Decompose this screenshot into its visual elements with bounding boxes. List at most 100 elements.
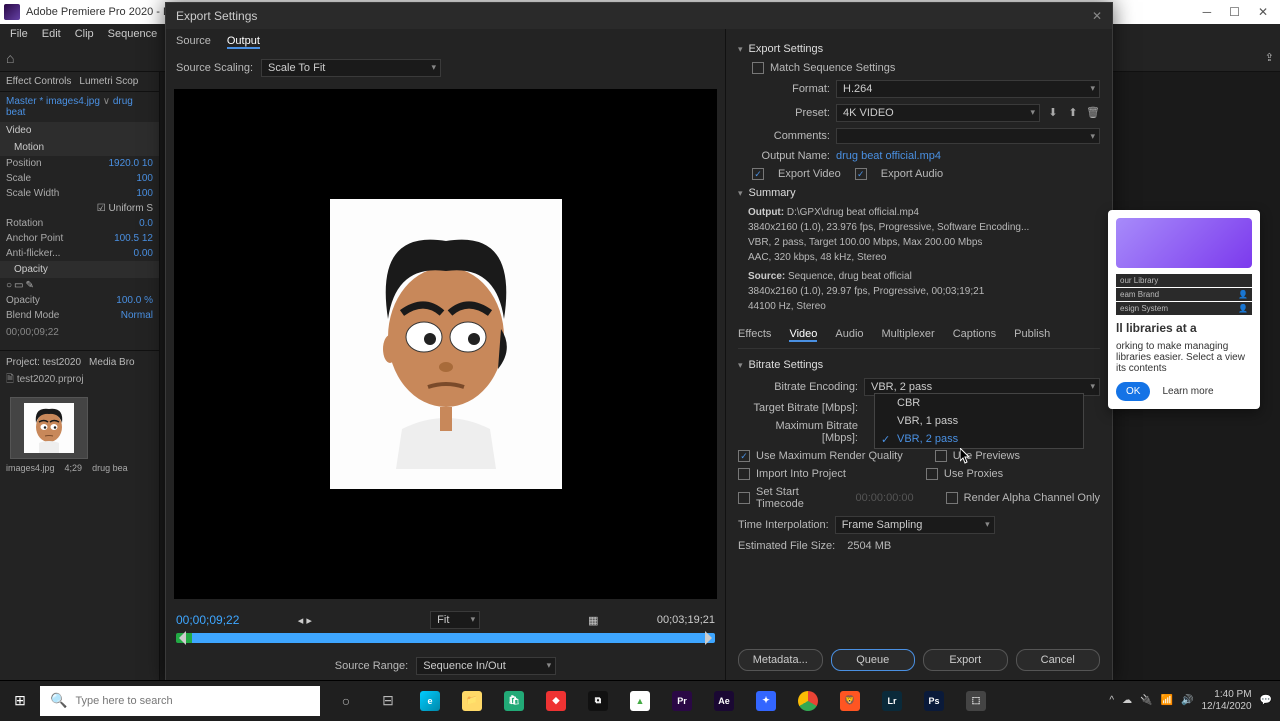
tray-up-icon[interactable]: ^ bbox=[1109, 695, 1114, 706]
timeline-scrubber[interactable] bbox=[176, 633, 715, 643]
bitrate-header[interactable]: Bitrate Settings bbox=[738, 355, 1100, 375]
tab-source[interactable]: Source bbox=[176, 35, 211, 49]
task-premiere[interactable]: Pr bbox=[662, 681, 702, 721]
home-icon[interactable]: ⌂ bbox=[6, 50, 14, 66]
delete-preset-icon[interactable]: 🗑 bbox=[1086, 106, 1100, 120]
import-preset-icon[interactable]: ⬆ bbox=[1066, 106, 1080, 120]
tray-clock[interactable]: 1:40 PM 12/14/2020 bbox=[1201, 689, 1251, 713]
task-app-red[interactable]: ◆ bbox=[536, 681, 576, 721]
save-preset-icon[interactable]: ⬇ bbox=[1046, 106, 1060, 120]
time-interp-select[interactable]: Frame Sampling bbox=[835, 516, 995, 534]
task-store[interactable]: 🛍 bbox=[494, 681, 534, 721]
queue-button[interactable]: Queue bbox=[831, 649, 916, 671]
libpop-learn-button[interactable]: Learn more bbox=[1156, 382, 1219, 401]
share-icon[interactable]: ⇪ bbox=[1265, 51, 1274, 64]
tray-notifications-icon[interactable]: 💬 bbox=[1260, 695, 1272, 706]
uniform-check[interactable]: ☑ Uniform S bbox=[97, 203, 153, 214]
use-proxies-checkbox[interactable] bbox=[926, 468, 938, 480]
comments-input[interactable] bbox=[836, 128, 1100, 144]
timecode-left[interactable]: 00;00;09;22 bbox=[176, 613, 239, 627]
preset-select[interactable]: 4K VIDEO bbox=[836, 104, 1040, 122]
lib-item[interactable]: eam Brand👤 bbox=[1116, 288, 1252, 301]
task-photoshop[interactable]: Ps bbox=[914, 681, 954, 721]
etab-effects[interactable]: Effects bbox=[738, 328, 771, 342]
task-drive[interactable]: ▲ bbox=[620, 681, 660, 721]
menu-clip[interactable]: Clip bbox=[69, 26, 100, 42]
media-browser-tab[interactable]: Media Bro bbox=[89, 357, 135, 368]
format-select[interactable]: H.264 bbox=[836, 80, 1100, 98]
tray-volume-icon[interactable]: 🔊 bbox=[1181, 695, 1193, 706]
bin-thumbnail[interactable] bbox=[10, 397, 88, 459]
task-dropbox[interactable]: ⧉ bbox=[578, 681, 618, 721]
mask-ellipse-icon[interactable]: ○ bbox=[6, 280, 12, 291]
dd-option-vbr2[interactable]: VBR, 2 pass bbox=[875, 430, 1083, 448]
tab-output[interactable]: Output bbox=[227, 35, 260, 49]
libpop-ok-button[interactable]: OK bbox=[1116, 382, 1150, 401]
lib-item[interactable]: our Library bbox=[1116, 274, 1252, 287]
menu-file[interactable]: File bbox=[4, 26, 34, 42]
opacity-value[interactable]: 100.0 % bbox=[116, 295, 153, 306]
mask-rect-icon[interactable]: ▭ bbox=[14, 280, 23, 291]
close-button[interactable]: ✕ bbox=[1258, 5, 1268, 19]
tab-lumetri[interactable]: Lumetri Scop bbox=[79, 76, 138, 87]
maximize-button[interactable]: ☐ bbox=[1229, 5, 1240, 19]
render-alpha-checkbox[interactable] bbox=[946, 492, 958, 504]
output-name-link[interactable]: drug beat official.mp4 bbox=[836, 150, 941, 162]
dd-option-cbr[interactable]: CBR bbox=[875, 394, 1083, 412]
export-audio-checkbox[interactable] bbox=[855, 168, 867, 180]
menu-sequence[interactable]: Sequence bbox=[102, 26, 164, 42]
task-taskview[interactable]: ⊟ bbox=[368, 681, 408, 721]
task-app-blue[interactable]: ✦ bbox=[746, 681, 786, 721]
task-explorer[interactable]: 📁 bbox=[452, 681, 492, 721]
cancel-button[interactable]: Cancel bbox=[1016, 649, 1101, 671]
etab-audio[interactable]: Audio bbox=[835, 328, 863, 342]
etab-publish[interactable]: Publish bbox=[1014, 328, 1050, 342]
antiflicker-value[interactable]: 0.00 bbox=[134, 248, 153, 259]
taskbar-search[interactable]: 🔍 Type here to search bbox=[40, 686, 320, 716]
source-range-select[interactable]: Sequence In/Out bbox=[416, 657, 556, 675]
menu-edit[interactable]: Edit bbox=[36, 26, 67, 42]
task-cortana[interactable]: ○ bbox=[326, 681, 366, 721]
minimize-button[interactable]: ─ bbox=[1203, 5, 1212, 19]
rotation-value[interactable]: 0.0 bbox=[139, 218, 153, 229]
play-icon[interactable]: ▸ bbox=[306, 615, 312, 627]
step-back-icon[interactable]: ◂ bbox=[298, 615, 304, 627]
tray-cloud-icon[interactable]: ☁ bbox=[1122, 695, 1132, 706]
aspect-icon[interactable]: ▦ bbox=[588, 614, 598, 627]
opacity-header[interactable]: Opacity bbox=[0, 261, 159, 278]
motion-header[interactable]: Motion bbox=[0, 139, 159, 156]
dd-option-vbr1[interactable]: VBR, 1 pass bbox=[875, 412, 1083, 430]
position-value[interactable]: 1920.0 10 bbox=[109, 158, 154, 169]
task-app-gray[interactable]: ⬚ bbox=[956, 681, 996, 721]
task-aftereffects[interactable]: Ae bbox=[704, 681, 744, 721]
export-settings-header[interactable]: Export Settings bbox=[738, 39, 1100, 59]
start-timecode-checkbox[interactable] bbox=[738, 492, 750, 504]
tray-power-icon[interactable]: 🔌 bbox=[1140, 695, 1152, 706]
import-project-checkbox[interactable] bbox=[738, 468, 750, 480]
zoom-fit-select[interactable]: Fit bbox=[430, 611, 480, 629]
metadata-button[interactable]: Metadata... bbox=[738, 649, 823, 671]
source-scaling-select[interactable]: Scale To Fit bbox=[261, 59, 441, 77]
start-button[interactable]: ⊞ bbox=[0, 692, 40, 709]
tray-wifi-icon[interactable]: 📶 bbox=[1161, 695, 1173, 706]
etab-captions[interactable]: Captions bbox=[953, 328, 996, 342]
mask-pen-icon[interactable]: ✎ bbox=[26, 280, 34, 291]
etab-video[interactable]: Video bbox=[789, 328, 817, 342]
summary-header[interactable]: Summary bbox=[738, 183, 1100, 203]
task-brave[interactable]: 🦁 bbox=[830, 681, 870, 721]
scale-value[interactable]: 100 bbox=[136, 173, 153, 184]
use-previews-checkbox[interactable] bbox=[935, 450, 947, 462]
scalew-value[interactable]: 100 bbox=[136, 188, 153, 199]
tab-effect-controls[interactable]: Effect Controls bbox=[6, 76, 71, 87]
max-quality-checkbox[interactable] bbox=[738, 450, 750, 462]
blend-value[interactable]: Normal bbox=[121, 310, 153, 321]
export-button[interactable]: Export bbox=[923, 649, 1008, 671]
project-tab[interactable]: Project: test2020 bbox=[6, 357, 81, 368]
task-edge[interactable]: e bbox=[410, 681, 450, 721]
match-sequence-checkbox[interactable] bbox=[752, 62, 764, 74]
task-chrome[interactable] bbox=[788, 681, 828, 721]
etab-multiplexer[interactable]: Multiplexer bbox=[882, 328, 935, 342]
task-lightroom[interactable]: Lr bbox=[872, 681, 912, 721]
dialog-close-button[interactable]: ✕ bbox=[1092, 9, 1102, 23]
export-video-checkbox[interactable] bbox=[752, 168, 764, 180]
